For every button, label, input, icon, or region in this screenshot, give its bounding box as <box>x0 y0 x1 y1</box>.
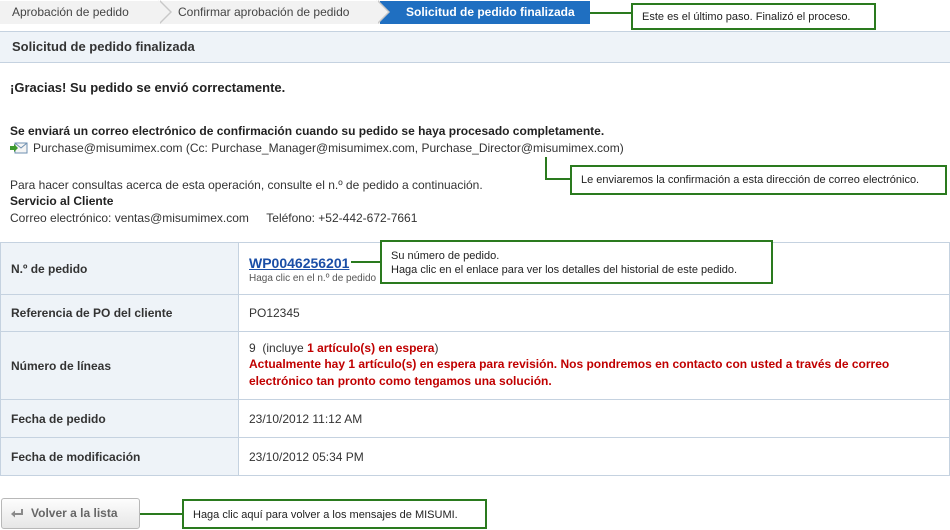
step-label: Confirmar aprobación de pedido <box>178 5 350 19</box>
callout-email-confirmation: Le enviaremos la confirmación a esta dir… <box>570 165 947 195</box>
on-hold-count: 1 artículo(s) en espera <box>307 341 435 355</box>
line-count-value: 9 <box>249 341 256 355</box>
callout-leader <box>140 513 182 515</box>
back-to-list-button[interactable]: Volver a la lista <box>1 498 140 529</box>
line-count-paren: (incluye <box>262 341 304 355</box>
callout-leader <box>545 157 547 179</box>
callout-leader <box>545 178 570 180</box>
callout-order-number: Su número de pedido. Haga clic en el enl… <box>380 240 773 284</box>
order-number-label: N.º de pedido <box>0 242 239 295</box>
table-row: Número de líneas 9 (incluye 1 artículo(s… <box>0 331 950 400</box>
step-label: Solicitud de pedido finalizada <box>406 5 575 19</box>
callout-order-line: Su número de pedido. <box>391 250 500 262</box>
service-email: Correo electrónico: ventas@misumimex.com <box>10 211 249 225</box>
line-count-label: Número de líneas <box>0 331 239 400</box>
order-date-label: Fecha de pedido <box>0 399 239 438</box>
modified-date-label: Fecha de modificación <box>0 437 239 476</box>
table-row: Fecha de pedido 23/10/2012 11:12 AM <box>0 399 950 438</box>
consult-text: Para hacer consultas acerca de esta oper… <box>10 178 483 192</box>
callout-leader <box>590 12 631 14</box>
thanks-message: ¡Gracias! Su pedido se envió correctamen… <box>10 80 286 95</box>
step-label: Aprobación de pedido <box>12 5 129 19</box>
mail-send-icon <box>10 142 28 154</box>
line-count-paren-close: ) <box>434 341 439 355</box>
line-count-summary: 9 (incluye 1 artículo(s) en espera) <box>249 341 949 355</box>
step-separator-arrow-fill <box>376 0 388 24</box>
step-order-completed: Solicitud de pedido finalizada <box>380 1 590 24</box>
po-reference-label: Referencia de PO del cliente <box>0 294 239 332</box>
step-confirm-approval: Confirmar aprobación de pedido <box>162 1 380 24</box>
table-row: Referencia de PO del cliente PO12345 <box>0 294 950 332</box>
return-arrow-icon <box>11 509 23 518</box>
po-reference-value: PO12345 <box>238 294 950 332</box>
order-number-link[interactable]: WP0046256201 <box>249 255 349 271</box>
service-phone: Teléfono: +52-442-672-7661 <box>266 211 418 225</box>
callout-order-line: Haga clic en el enlace para ver los deta… <box>391 264 738 276</box>
callout-last-step: Este es el último paso. Finalizó el proc… <box>631 3 876 30</box>
callout-leader <box>351 261 380 263</box>
line-count-cell: 9 (incluye 1 artículo(s) en espera) Actu… <box>238 331 950 400</box>
modified-date-value: 23/10/2012 05:34 PM <box>238 437 950 476</box>
email-addresses: Purchase@misumimex.com (Cc: Purchase_Man… <box>33 141 624 155</box>
back-button-label: Volver a la lista <box>31 506 118 520</box>
customer-service-contact: Correo electrónico: ventas@misumimex.com… <box>10 211 417 225</box>
confirmation-info: Se enviará un correo electrónico de conf… <box>10 124 605 138</box>
on-hold-warning: Actualmente hay 1 artículo(s) en espera … <box>249 357 890 388</box>
order-date-value: 23/10/2012 11:12 AM <box>238 399 950 438</box>
callout-back-button: Haga clic aquí para volver a los mensaje… <box>182 499 487 529</box>
step-order-approval: Aprobación de pedido <box>0 1 162 24</box>
customer-service-title: Servicio al Cliente <box>10 194 114 208</box>
step-separator-arrow-fill <box>158 0 170 24</box>
table-row: Fecha de modificación 23/10/2012 05:34 P… <box>0 437 950 476</box>
section-title: Solicitud de pedido finalizada <box>0 31 950 63</box>
